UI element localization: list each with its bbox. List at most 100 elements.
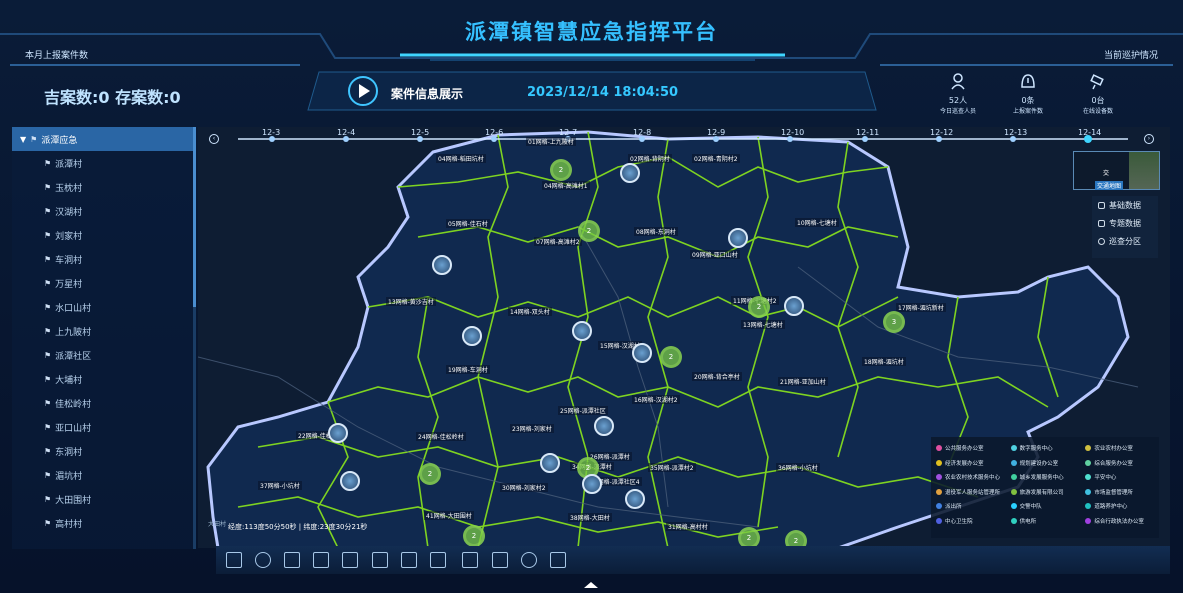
legend-pin-icon	[1010, 445, 1017, 452]
map-cluster[interactable]: 3	[883, 311, 905, 333]
basemap-switcher[interactable]: 交 交通地图	[1073, 151, 1160, 190]
tree-item[interactable]: ⚑ 佳松岭村	[12, 391, 195, 415]
flag-icon: ⚑	[44, 230, 52, 240]
tree-item[interactable]: ⚑ 高村村	[12, 511, 195, 535]
basemap-label: 交通地图	[1095, 181, 1124, 190]
grid-icon[interactable]	[284, 552, 300, 568]
stat-online-devices: 0台 在线设备数	[1068, 72, 1128, 115]
tree-item[interactable]: ⚑ 刘家村	[12, 223, 195, 247]
region-icon[interactable]	[492, 552, 508, 568]
timeline-date[interactable]: 12-13	[1004, 128, 1027, 137]
timeline-date[interactable]: 12-11	[856, 128, 879, 137]
map-cluster[interactable]: 2	[419, 463, 441, 485]
grid-label: 35网格-派潭村2	[648, 463, 696, 472]
photo-pin-icon[interactable]	[462, 326, 482, 346]
measure-icon[interactable]	[430, 552, 446, 568]
case-info-label: 案件信息展示	[391, 87, 464, 101]
photo-pin-icon[interactable]	[784, 296, 804, 316]
layer-thematic-data-button[interactable]: 专题数据	[1092, 214, 1158, 232]
timeline-dot[interactable]	[713, 136, 719, 142]
map-cluster[interactable]: 2	[660, 346, 682, 368]
map-cluster[interactable]: 2	[748, 296, 770, 318]
flag-icon: ⚑	[44, 350, 52, 360]
refresh-icon[interactable]	[550, 552, 566, 568]
timeline-dot[interactable]	[269, 136, 275, 142]
photo-pin-icon[interactable]	[625, 489, 645, 509]
legend-pin-icon	[1010, 474, 1017, 481]
timeline-dot[interactable]	[639, 136, 645, 142]
timeline-dot[interactable]	[1010, 136, 1016, 142]
timeline-dot[interactable]	[862, 136, 868, 142]
photo-pin-icon[interactable]	[620, 163, 640, 183]
grid-label: 25网格-派潭社区	[558, 406, 608, 415]
timeline-date[interactable]: 12-10	[781, 128, 804, 137]
timeline-dot[interactable]	[417, 136, 423, 142]
grid-label: 38网格-大田村	[568, 513, 612, 522]
photo-pin-icon[interactable]	[328, 423, 348, 443]
grid-alt-icon[interactable]	[313, 552, 329, 568]
timeline-date[interactable]: 12-12	[930, 128, 953, 137]
chart-icon[interactable]	[462, 552, 478, 568]
tree-item[interactable]: ⚑ 亚口山村	[12, 415, 195, 439]
tree-item[interactable]: ⚑ 汉湖村	[12, 199, 195, 223]
grid-label: 09网格-亚口山村	[690, 250, 740, 259]
next-icon[interactable]	[401, 552, 417, 568]
grid-label: 41网格-大田围村	[424, 511, 474, 520]
tree-item[interactable]: ⚑ 派潭社区	[12, 343, 195, 367]
layer-basic-data-button[interactable]: 基础数据	[1092, 196, 1158, 214]
tree-item[interactable]: ⚑ 车洞村	[12, 247, 195, 271]
cursor-coordinates: 经度:113度50分50秒 | 纬度:23度30分21秒	[228, 523, 368, 531]
map-view[interactable]: ‹ › 12-3 12-4 12-5 12-6 12-7 12-8 12-9 1…	[198, 127, 1170, 548]
map-cluster[interactable]: 2	[738, 527, 760, 548]
photo-pin-icon[interactable]	[728, 228, 748, 248]
layer-patrol-zone-button[interactable]: 巡查分区	[1092, 232, 1158, 250]
stat-patrol-staff: 52人 今日巡查人员	[928, 72, 988, 115]
layers-icon[interactable]	[521, 552, 537, 568]
sidebar-scrollbar[interactable]	[193, 127, 196, 549]
tree-item[interactable]: ⚑ 玉枕村	[12, 175, 195, 199]
tree-item[interactable]: ⚑ 派潭村	[12, 151, 195, 175]
legend-item: 综合行政执法办公室	[1082, 517, 1157, 525]
grid-label: 07网格-高滩村2	[534, 237, 582, 246]
play-button[interactable]	[348, 76, 378, 106]
fullscreen-icon[interactable]	[226, 552, 242, 568]
timeline-dot[interactable]	[343, 136, 349, 142]
map-cluster[interactable]: 2	[463, 525, 485, 547]
map-cluster[interactable]: 2	[550, 159, 572, 181]
map-legend: 公共服务办公室 数字服务中心 农业农村办公室 经济发展办公室 规划建设办公室 综…	[931, 437, 1159, 538]
timeline-dot[interactable]	[787, 136, 793, 142]
timeline-dot-active[interactable]	[1084, 135, 1092, 143]
collapse-handle-icon[interactable]	[584, 582, 598, 588]
tree-item[interactable]: ⚑ 东洞村	[12, 439, 195, 463]
tree-item[interactable]: ⚑ 大埔村	[12, 367, 195, 391]
basemap-thumb-satellite[interactable]	[1129, 152, 1159, 189]
tree-item[interactable]: ⚑ 大田围村	[12, 487, 195, 511]
timeline-prev-button[interactable]: ‹	[209, 134, 219, 144]
flag-icon: ⚑	[44, 278, 52, 288]
grid-label: 21网格-亚加山村	[778, 377, 828, 386]
photo-pin-icon[interactable]	[572, 321, 592, 341]
photo-pin-icon[interactable]	[540, 453, 560, 473]
photo-pin-icon[interactable]	[594, 416, 614, 436]
app-root: 派潭镇智慧应急指挥平台 本月上报案件数 当前巡护情况 吉案数:0 存案数:0 案…	[0, 0, 1183, 593]
timeline-dot[interactable]	[936, 136, 942, 142]
grid-label: 05网格-佳石村	[446, 219, 490, 228]
tree-item[interactable]: ⚑ 湄坑村	[12, 463, 195, 487]
photo-pin-icon[interactable]	[432, 255, 452, 275]
scrollbar-thumb[interactable]	[193, 127, 196, 307]
timeline-next-button[interactable]: ›	[1144, 134, 1154, 144]
prev-icon[interactable]	[372, 552, 388, 568]
expand-icon[interactable]	[342, 552, 358, 568]
tree-root[interactable]: ▼ ⚑ 派潭应急	[12, 127, 195, 151]
tree-item[interactable]: ⚑ 上九陂村	[12, 319, 195, 343]
map-cluster[interactable]: 2	[578, 220, 600, 242]
flag-icon: ⚑	[44, 494, 52, 504]
photo-pin-icon[interactable]	[582, 474, 602, 494]
globe-icon[interactable]	[255, 552, 271, 568]
tree-item[interactable]: ⚑ 万星村	[12, 271, 195, 295]
tree-item[interactable]: ⚑ 水口山村	[12, 295, 195, 319]
photo-pin-icon[interactable]	[340, 471, 360, 491]
timeline-dot[interactable]	[491, 136, 497, 142]
grid-label: 04网格-稻田坑村	[436, 154, 486, 163]
photo-pin-icon[interactable]	[632, 343, 652, 363]
